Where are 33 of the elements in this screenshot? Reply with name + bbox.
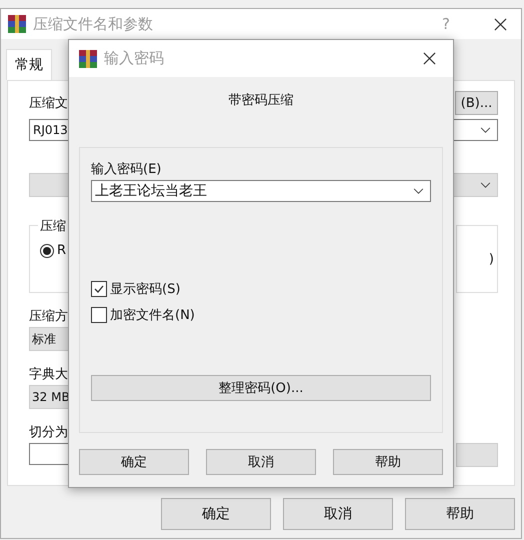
checkbox[interactable] xyxy=(91,281,107,297)
close-icon[interactable] xyxy=(494,18,507,30)
field-label: 压缩文 xyxy=(29,95,68,112)
dialog-button[interactable]: 帮助 xyxy=(405,498,515,530)
password-field[interactable]: 上老王论坛当老王 xyxy=(91,180,431,202)
close-icon[interactable] xyxy=(423,52,436,65)
window-title: 输入密码 xyxy=(104,49,165,68)
field-label: 字典大 xyxy=(29,366,68,383)
field-label: 输入密码(E) xyxy=(91,161,162,178)
chevron-icon xyxy=(413,188,424,194)
dialog-button[interactable]: 帮助 xyxy=(333,449,443,475)
checkbox-label: 显示密码(S) xyxy=(110,281,180,298)
checkbox-label: 加密文件名(N) xyxy=(110,307,195,324)
chevron-icon xyxy=(480,126,491,134)
field-label: 压缩方 xyxy=(29,308,68,325)
field-label: 切分为 xyxy=(29,424,68,441)
dialog-heading: 带密码压缩 xyxy=(228,93,294,108)
chevron-icon xyxy=(480,182,491,188)
dialog-button[interactable]: 取消 xyxy=(283,498,393,530)
organize-passwords-button[interactable]: 整理密码(O)... xyxy=(91,375,431,401)
books-icon xyxy=(78,48,98,68)
window-title: 压缩文件名和参数 xyxy=(33,14,154,34)
option-label: ) xyxy=(488,252,494,266)
dialog-button[interactable]: 确定 xyxy=(161,498,271,530)
checkbox[interactable] xyxy=(91,307,107,323)
browse-button[interactable]: (B)... xyxy=(455,91,498,115)
dialog-button[interactable]: 确定 xyxy=(79,449,189,475)
check-icon xyxy=(93,283,105,295)
radio-label: R xyxy=(57,243,66,258)
tab[interactable]: 常规 xyxy=(6,49,52,80)
books-icon xyxy=(7,14,27,34)
dialog-button[interactable]: 取消 xyxy=(206,449,316,475)
radio-button[interactable] xyxy=(40,244,54,258)
